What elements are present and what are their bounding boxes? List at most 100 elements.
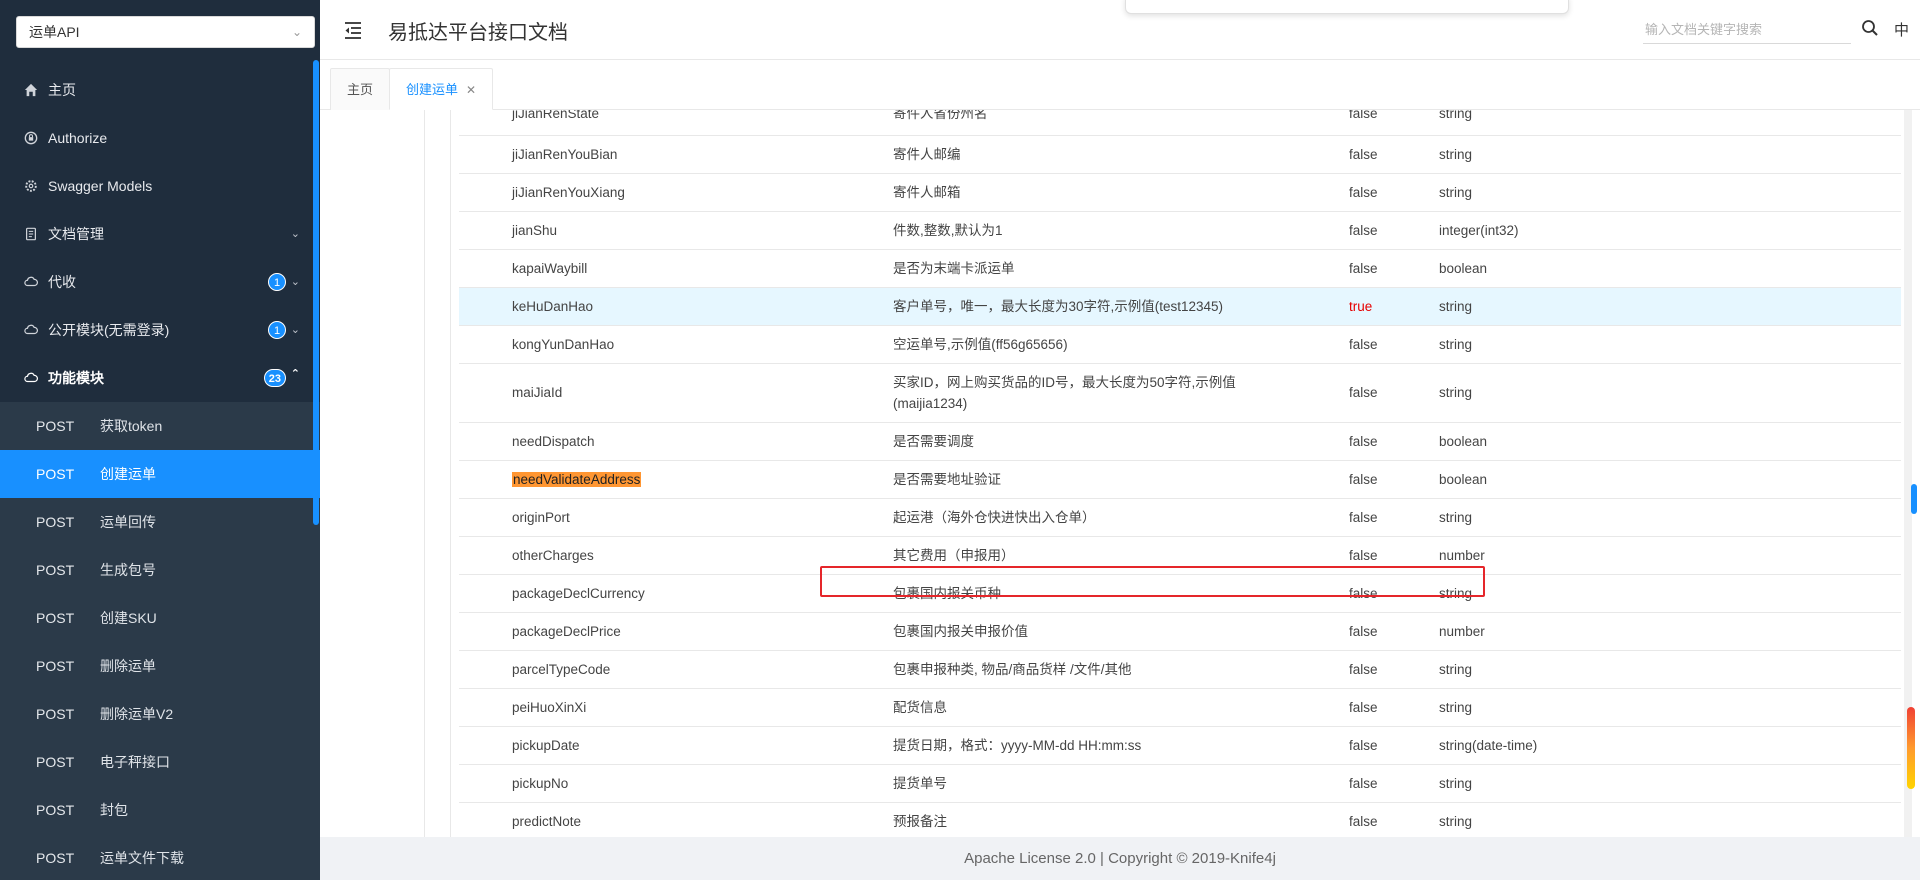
param-name: kapaiWaybill bbox=[459, 249, 867, 288]
http-method: POST bbox=[36, 514, 75, 530]
search-icon[interactable] bbox=[1861, 19, 1879, 37]
lock-icon bbox=[24, 131, 38, 145]
search-input[interactable] bbox=[1643, 16, 1851, 44]
param-description: 客户单号，唯一，最大长度为30字符,示例值(test12345) bbox=[867, 287, 1327, 326]
param-type: string bbox=[1427, 287, 1901, 326]
param-description: 寄件人邮箱 bbox=[867, 173, 1327, 212]
param-type: string bbox=[1427, 173, 1901, 212]
param-required: false bbox=[1327, 650, 1427, 689]
param-description: 预报备注 bbox=[867, 802, 1327, 837]
doc-icon bbox=[24, 227, 38, 241]
api-item-label: 运单文件下载 bbox=[100, 850, 184, 866]
param-name-text: pickupNo bbox=[512, 775, 569, 791]
param-required: false bbox=[1327, 688, 1427, 727]
language-switch[interactable]: 中 bbox=[1894, 19, 1909, 40]
param-name: originPort bbox=[459, 498, 867, 537]
scroll-progress-indicator[interactable] bbox=[1907, 707, 1915, 789]
tab-home[interactable]: 主页 bbox=[330, 68, 391, 110]
table-row: packageDeclCurrency 包裹国内报关币种 false string bbox=[459, 574, 1901, 613]
api-item-get-token[interactable]: POST 获取token bbox=[0, 402, 320, 450]
param-name-text: otherCharges bbox=[512, 547, 594, 563]
param-name: jiJianRenYouBian bbox=[459, 135, 867, 174]
close-icon[interactable]: ✕ bbox=[466, 83, 476, 97]
table-row: originPort 起运港（海外仓快进快出入仓单） false string bbox=[459, 498, 1901, 537]
api-item-seal-package[interactable]: POST 封包 bbox=[0, 786, 320, 834]
table-row: pickupDate 提货日期，格式：yyyy-MM-dd HH:mm:ss fal… bbox=[459, 726, 1901, 765]
param-type: string bbox=[1427, 764, 1901, 803]
param-required: false bbox=[1327, 110, 1427, 136]
param-name: jiJianRenState bbox=[459, 110, 867, 136]
menu-collapse-icon[interactable] bbox=[343, 20, 363, 40]
http-method: POST bbox=[36, 706, 75, 722]
param-type: string bbox=[1427, 802, 1901, 837]
param-required: false bbox=[1327, 135, 1427, 174]
api-item-create-waybill[interactable]: POST 创建运单 bbox=[0, 450, 320, 498]
table-row: kongYunDanHao 空运单号,示例值(ff56g65656) false st… bbox=[459, 325, 1901, 364]
table-row: peiHuoXinXi 配货信息 false string bbox=[459, 688, 1901, 727]
param-type: string bbox=[1427, 650, 1901, 689]
param-description: 空运单号,示例值(ff56g65656) bbox=[867, 325, 1327, 364]
param-description: 寄件人邮编 bbox=[867, 135, 1327, 174]
param-type: string bbox=[1427, 498, 1901, 537]
group-select[interactable]: 运单API ⌄ bbox=[16, 16, 315, 48]
sidebar-item-home[interactable]: 主页 bbox=[0, 66, 320, 114]
table-row: jiJianRenState 寄件人省份州名 false string bbox=[459, 110, 1901, 136]
table-row: jiJianRenYouBian 寄件人邮编 false string bbox=[459, 135, 1901, 174]
chevron-down-icon: ⌄ bbox=[290, 324, 300, 336]
param-name-text: kongYunDanHao bbox=[512, 336, 615, 352]
sidebar-scrollbar[interactable] bbox=[313, 60, 319, 525]
api-item-generate-package-no[interactable]: POST 生成包号 bbox=[0, 546, 320, 594]
api-item-delete-waybill-v2[interactable]: POST 删除运单V2 bbox=[0, 690, 320, 738]
api-item-delete-waybill[interactable]: POST 删除运单 bbox=[0, 642, 320, 690]
table-row: kapaiWaybill 是否为末端卡派运单 false boolean bbox=[459, 249, 1901, 288]
api-item-scale-interface[interactable]: POST 电子秤接口 bbox=[0, 738, 320, 786]
api-item-waybill-return[interactable]: POST 运单回传 bbox=[0, 498, 320, 546]
param-name: otherCharges bbox=[459, 536, 867, 575]
table-row: maiJiaId 买家ID，网上购买货品的ID号，最大长度为50字符,示例值(ma… bbox=[459, 363, 1901, 423]
param-name: pickupNo bbox=[459, 764, 867, 803]
param-description: 包裹国内报关币种 bbox=[867, 574, 1327, 613]
sidebar-item-doc-management[interactable]: 文档管理 ⌄ bbox=[0, 210, 320, 258]
param-required: false bbox=[1327, 363, 1427, 423]
sidebar-item-label: 功能模块 bbox=[48, 370, 104, 386]
param-type: string bbox=[1427, 135, 1901, 174]
sidebar-item-daishou[interactable]: 代收 1 ⌄ bbox=[0, 258, 320, 306]
param-name: maiJiaId bbox=[459, 363, 867, 423]
page-title: 易抵达平台接口文档 bbox=[388, 22, 568, 44]
param-type: string bbox=[1427, 574, 1901, 613]
sidebar-item-function-module[interactable]: 功能模块 23 ⌃ bbox=[0, 354, 320, 402]
param-type: boolean bbox=[1427, 460, 1901, 499]
table-row: packageDeclPrice 包裹国内报关申报价值 false number bbox=[459, 612, 1901, 651]
table-row: keHuDanHao 客户单号，唯一，最大长度为30字符,示例值(test1234… bbox=[459, 287, 1901, 326]
param-description: 买家ID，网上购买货品的ID号，最大长度为50字符,示例值(maijia1234… bbox=[867, 363, 1327, 423]
param-required: false bbox=[1327, 612, 1427, 651]
cloud-icon bbox=[24, 371, 38, 385]
param-required: false bbox=[1327, 249, 1427, 288]
sidebar-item-public-module[interactable]: 公开模块(无需登录) 1 ⌄ bbox=[0, 306, 320, 354]
param-description: 是否需要调度 bbox=[867, 422, 1327, 461]
content-scrollbar-thumb[interactable] bbox=[1911, 484, 1917, 514]
param-name-text: jiJianRenYouXiang bbox=[512, 184, 625, 200]
param-name-text: peiHuoXinXi bbox=[512, 699, 587, 715]
dropdown-popup bbox=[1125, 0, 1569, 14]
sidebar-item-swagger-models[interactable]: Swagger Models bbox=[0, 162, 320, 210]
http-method: POST bbox=[36, 466, 75, 482]
chevron-up-icon: ⌃ bbox=[290, 368, 300, 380]
api-item-create-sku[interactable]: POST 创建SKU bbox=[0, 594, 320, 642]
cloud-icon bbox=[24, 275, 38, 289]
tab-create-waybill[interactable]: 创建运单 ✕ bbox=[389, 68, 494, 110]
function-module-submenu: POST 获取token POST 创建运单 POST 运单回传 POST 生成… bbox=[0, 402, 320, 880]
param-name-text: predictNote bbox=[512, 813, 582, 829]
param-name-text: parcelTypeCode bbox=[512, 661, 611, 677]
api-item-label: 电子秤接口 bbox=[100, 754, 170, 770]
http-method: POST bbox=[36, 610, 75, 626]
param-name: predictNote bbox=[459, 802, 867, 837]
param-required: false bbox=[1327, 325, 1427, 364]
sidebar-item-authorize[interactable]: Authorize bbox=[0, 114, 320, 162]
table-row: jiJianRenYouXiang 寄件人邮箱 false string bbox=[459, 173, 1901, 212]
sidebar: 运单API ⌄ 主页 Authorize Swagger Models 文档管理… bbox=[0, 0, 320, 880]
api-item-waybill-file-download[interactable]: POST 运单文件下载 bbox=[0, 834, 320, 880]
api-item-label: 创建SKU bbox=[100, 610, 157, 626]
sidebar-menu: 主页 Authorize Swagger Models 文档管理 ⌄ 代收 1 … bbox=[0, 66, 320, 880]
param-required: false bbox=[1327, 422, 1427, 461]
